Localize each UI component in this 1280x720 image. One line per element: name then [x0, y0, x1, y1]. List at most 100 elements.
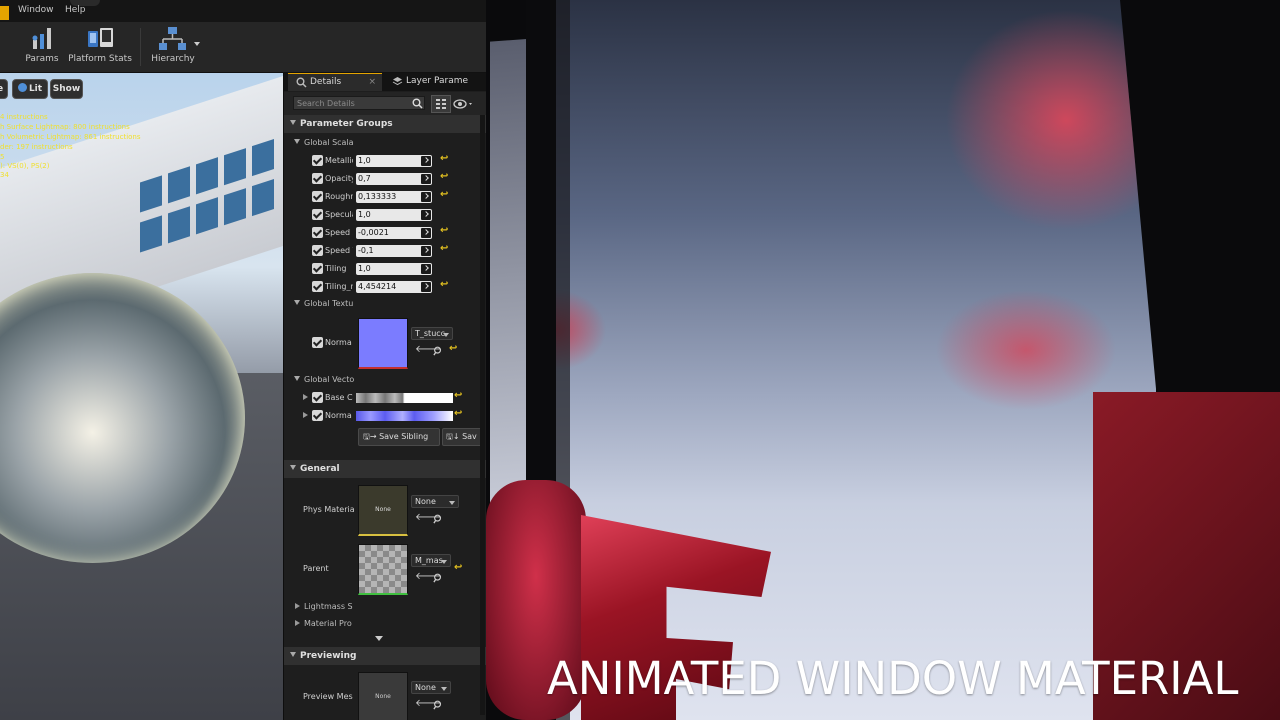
vector-row-normal: Norma ↩ [284, 407, 487, 425]
preview-mesh-dropdown[interactable]: None [411, 681, 451, 694]
chevron-icon [421, 264, 431, 274]
material-viewport[interactable]: e Lit Show 4 instructions h Surface Ligh… [0, 73, 283, 720]
param-label: Roughness [325, 192, 353, 201]
property-matrix-icon[interactable] [431, 95, 451, 113]
show-button[interactable]: Show [50, 79, 83, 99]
material-props-header[interactable]: Material Pro [284, 617, 487, 631]
browse-search-icon[interactable] [433, 346, 443, 356]
parent-dropdown[interactable]: M_mas [411, 554, 451, 567]
reset-arrow-icon[interactable]: ↩ [440, 279, 448, 290]
normal-texture-thumbnail[interactable] [358, 318, 408, 369]
checkbox[interactable] [312, 410, 323, 421]
lit-label: Lit [28, 84, 43, 94]
tab-details[interactable]: Details × [288, 73, 382, 91]
reset-arrow-icon[interactable]: ↩ [440, 171, 448, 182]
menu-help[interactable]: Help [65, 5, 86, 15]
value-field[interactable]: 0,133333 [356, 191, 432, 203]
value-field[interactable]: 1,0 [356, 155, 432, 167]
rendered-scene: ANIMATED WINDOW MATERIAL [486, 0, 1280, 720]
value-field[interactable]: 4,454214 [356, 281, 432, 293]
parent-material-thumbnail[interactable] [358, 544, 408, 595]
value-field[interactable]: -0,0021 [356, 227, 432, 239]
param-label: Parent [303, 564, 329, 573]
global-texture-header[interactable]: Global Textu [284, 297, 487, 311]
menu-accent-tab [0, 6, 9, 20]
global-vector-header[interactable]: Global Vecto [284, 373, 487, 387]
layers-icon [392, 77, 403, 86]
param-label: Speed Y [325, 246, 353, 255]
stat-line: der: 197 instructions [0, 143, 73, 151]
reset-arrow-icon[interactable]: ↩ [454, 390, 462, 401]
checkbox[interactable] [312, 281, 323, 292]
checkbox[interactable] [312, 209, 323, 220]
parent-row: Parent M_mas 🡐 ↩ [284, 542, 487, 598]
global-scalar-header[interactable]: Global Scala [284, 136, 487, 150]
reset-arrow-icon[interactable]: ↩ [440, 189, 448, 200]
chevron-icon [421, 246, 431, 256]
search-icon [296, 77, 307, 88]
checkbox[interactable] [312, 392, 323, 403]
lit-sphere-icon [17, 83, 27, 92]
phys-material-thumbnail[interactable]: None [358, 485, 408, 536]
expand-arrow-icon[interactable] [303, 394, 308, 400]
browse-search-icon[interactable] [433, 514, 443, 524]
platform-stats-button[interactable]: Platform Stats [68, 26, 132, 64]
checkbox[interactable] [312, 337, 323, 348]
lightmass-header[interactable]: Lightmass S [284, 600, 487, 614]
preview-mesh-thumbnail[interactable]: None [358, 672, 408, 720]
close-icon[interactable]: × [368, 74, 376, 91]
reset-arrow-icon[interactable]: ↩ [440, 225, 448, 236]
hierarchy-dropdown-icon[interactable] [194, 42, 200, 46]
save-sibling-button[interactable]: 🖫→ Save Sibling [358, 428, 440, 446]
stat-line: 34 [0, 171, 9, 179]
checkbox[interactable] [312, 245, 323, 256]
value-field[interactable]: -0,1 [356, 245, 432, 257]
reset-arrow-icon[interactable]: ↩ [440, 243, 448, 254]
scalar-row-opacity: Opacity 0,7 ↩ [284, 171, 487, 189]
save-child-button[interactable]: 🖫↓ Sav [442, 428, 484, 446]
normal-vector-swatch[interactable] [356, 411, 453, 421]
previewing-label: Previewing [300, 651, 357, 661]
reset-arrow-icon[interactable]: ↩ [454, 408, 462, 419]
value-field[interactable]: 1,0 [356, 263, 432, 275]
texture-dropdown[interactable]: T_stucc [411, 327, 453, 340]
viewport-mode-button[interactable]: e [0, 79, 8, 99]
eye-visibility-icon[interactable] [453, 98, 475, 110]
parameter-groups-header[interactable]: Parameter Groups [284, 115, 487, 133]
browse-search-icon[interactable] [433, 573, 443, 583]
menu-window[interactable]: Window [18, 5, 54, 15]
checkbox[interactable] [312, 191, 323, 202]
scalar-row-specular: Specular 1,0 [284, 207, 487, 225]
scalar-row-tiling-n: Tiling_n 4,454214 ↩ [284, 279, 487, 297]
reset-arrow-icon[interactable]: ↩ [440, 153, 448, 164]
tab-layer-parameters[interactable]: Layer Parame [384, 73, 484, 91]
param-label: Norma [325, 338, 352, 347]
param-label: Tiling_n [325, 282, 353, 291]
general-header[interactable]: General [284, 460, 487, 478]
stat-line: h Surface Lightmap: 800 instructions [0, 123, 130, 131]
save-child-label: Sav [462, 432, 477, 441]
previewing-header[interactable]: Previewing [284, 647, 487, 665]
base-color-swatch[interactable] [356, 393, 453, 403]
phys-material-dropdown[interactable]: None [411, 495, 459, 508]
checkbox[interactable] [312, 263, 323, 274]
browse-search-icon[interactable] [433, 700, 443, 710]
checkbox[interactable] [312, 173, 323, 184]
hierarchy-button[interactable]: Hierarchy [150, 26, 196, 64]
chevron-icon [421, 210, 431, 220]
reset-arrow-icon[interactable]: ↩ [454, 562, 462, 573]
checkbox[interactable] [312, 227, 323, 238]
show-label: Show [52, 84, 81, 94]
details-scrollbar[interactable] [480, 115, 485, 715]
value-field[interactable]: 0,7 [356, 173, 432, 185]
param-label: Base C [325, 393, 353, 402]
value-field[interactable]: 1,0 [356, 209, 432, 221]
param-label: Tiling [325, 264, 347, 273]
expand-arrow-icon[interactable] [303, 412, 308, 418]
advanced-expand-icon[interactable] [375, 636, 383, 641]
params-button[interactable]: Params [22, 26, 62, 64]
checkbox[interactable] [312, 155, 323, 166]
lit-button[interactable]: Lit [12, 79, 48, 99]
search-details-input[interactable]: Search Details [293, 96, 425, 110]
reset-arrow-icon[interactable]: ↩ [449, 343, 457, 354]
